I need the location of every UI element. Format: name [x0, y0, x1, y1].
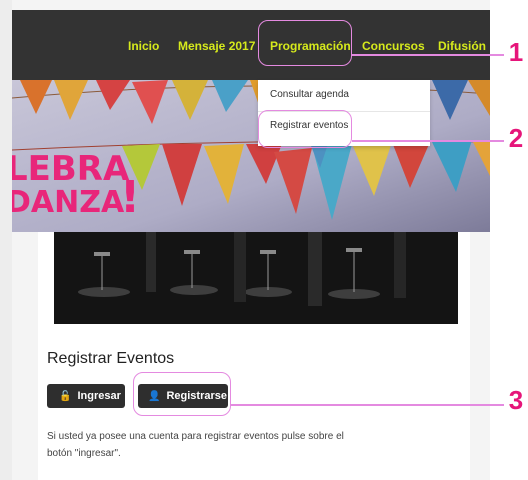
login-instructions: Si usted ya posee una cuenta para regist… [47, 431, 344, 459]
unlock-icon: 🔓 [59, 391, 72, 402]
callout-number-2: 2 [508, 123, 524, 153]
nav-inicio[interactable]: Inicio [128, 38, 159, 54]
highlight-registrarse [133, 372, 231, 416]
callout-line-3 [231, 404, 504, 406]
login-button[interactable]: 🔓 Ingresar [47, 384, 125, 408]
page-title: Registrar Eventos [47, 350, 175, 367]
callout-number-3: 3 [508, 385, 524, 415]
hero-text-lebra: LEBRA [12, 149, 130, 189]
main-navbar: Inicio Mensaje 2017 Programación Concurs… [12, 10, 490, 80]
dropdown-item-consultar-agenda[interactable]: Consultar agenda [270, 87, 349, 103]
page-background [0, 0, 12, 480]
stage-photo-illustration [54, 232, 458, 324]
nav-mensaje-2017[interactable]: Mensaje 2017 [178, 38, 255, 54]
callout-line-2 [352, 140, 504, 142]
highlight-registrar-eventos [258, 110, 352, 148]
hero-text-danza: DANZA [12, 185, 125, 220]
callout-number-1: 1 [508, 37, 524, 67]
login-button-label: Ingresar [77, 390, 121, 402]
hero-text-exclaim: ! [120, 172, 140, 223]
highlight-programacion [258, 20, 352, 66]
dance-performance-image [54, 232, 458, 324]
callout-line-1 [352, 54, 504, 56]
nav-difusion[interactable]: Difusión [438, 38, 486, 54]
nav-concursos[interactable]: Concursos [362, 38, 425, 54]
